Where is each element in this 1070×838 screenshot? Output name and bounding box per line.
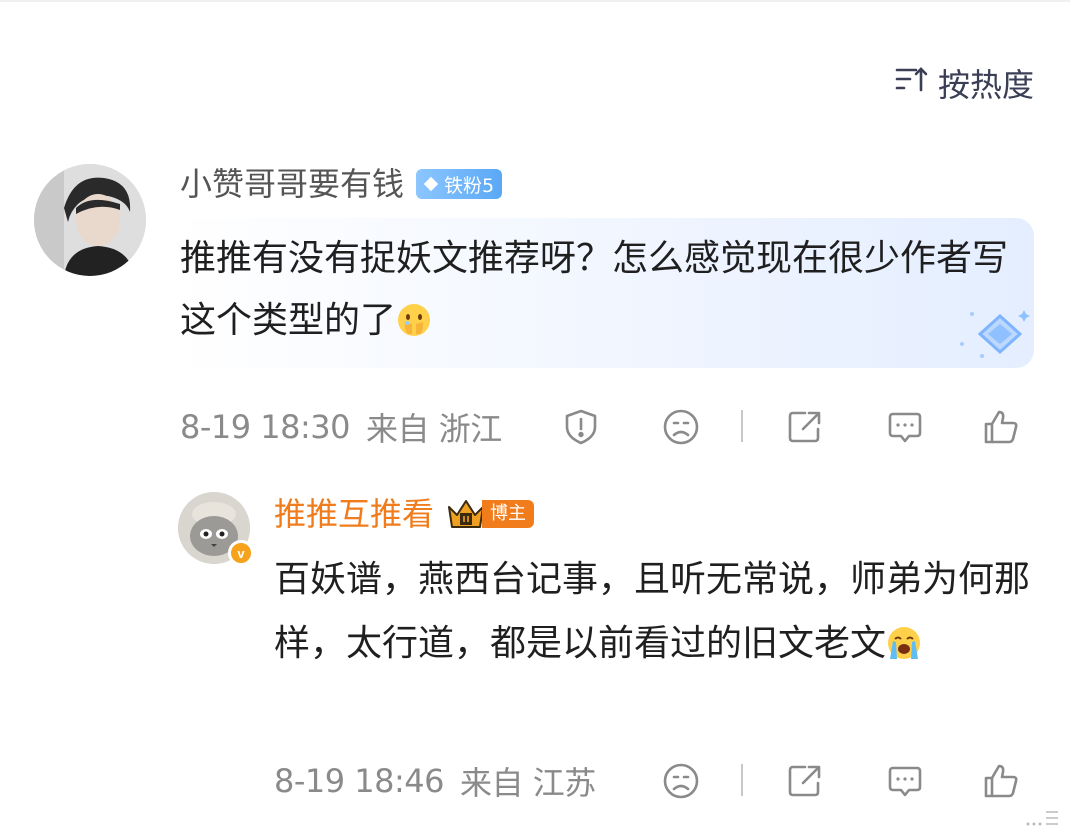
reply-time: 8-19 18:46	[274, 762, 445, 800]
comment-username[interactable]: 小赞哥哥要有钱	[180, 162, 404, 206]
dislike-face-icon[interactable]	[660, 760, 702, 802]
top-divider	[0, 0, 1070, 2]
crying-emoji	[888, 627, 921, 659]
reply-text: 百妖谱，燕西台记事，且听无常说，师弟为何那样，太行道，都是以前看过的旧文老文	[274, 548, 1044, 676]
reply-avatar[interactable]: v	[178, 492, 254, 566]
comment-text: 推推有没有捉妖文推荐呀？怎么感觉现在很少作者写这个类型的了	[180, 228, 1020, 352]
blogger-tag: 博主	[482, 500, 535, 528]
fan-level-badge[interactable]: 铁粉5	[416, 169, 503, 199]
watermark-icon	[1026, 811, 1058, 826]
comment-time: 8-19 18:30	[180, 408, 351, 446]
sort-by-hot-button[interactable]: 按热度	[894, 60, 1034, 106]
teary-hands-emoji	[398, 304, 431, 336]
like-icon[interactable]	[980, 406, 1022, 448]
reply-meta-row: 8-19 18:46 来自 江苏	[274, 758, 1040, 804]
reply-location: 来自 江苏	[460, 764, 596, 802]
verified-badge: v	[228, 540, 254, 566]
diamond-icon	[423, 176, 439, 192]
action-divider	[741, 410, 743, 442]
reply-icon[interactable]	[884, 760, 926, 802]
dislike-face-icon[interactable]	[660, 406, 702, 448]
like-icon[interactable]	[980, 760, 1022, 802]
blogger-badge[interactable]: 博主	[446, 497, 535, 531]
action-divider	[741, 764, 743, 796]
share-icon[interactable]	[784, 760, 826, 802]
comment-text-content: 推推有没有捉妖文推荐呀？怎么感觉现在很少作者写这个类型的了	[180, 238, 1009, 341]
share-icon[interactable]	[784, 406, 826, 448]
comment-meta-row: 8-19 18:30 来自 浙江	[180, 404, 1040, 450]
avatar[interactable]	[34, 164, 146, 276]
reply-icon[interactable]	[884, 406, 926, 448]
report-icon[interactable]	[560, 406, 602, 448]
sort-label: 按热度	[937, 66, 1034, 104]
comment-location: 来自 浙江	[366, 410, 502, 448]
fan-badge-label: 铁粉5	[444, 174, 495, 197]
crown-icon	[448, 500, 485, 528]
sort-descending-icon	[894, 61, 930, 105]
reply-username[interactable]: 推推互推看	[274, 492, 434, 536]
